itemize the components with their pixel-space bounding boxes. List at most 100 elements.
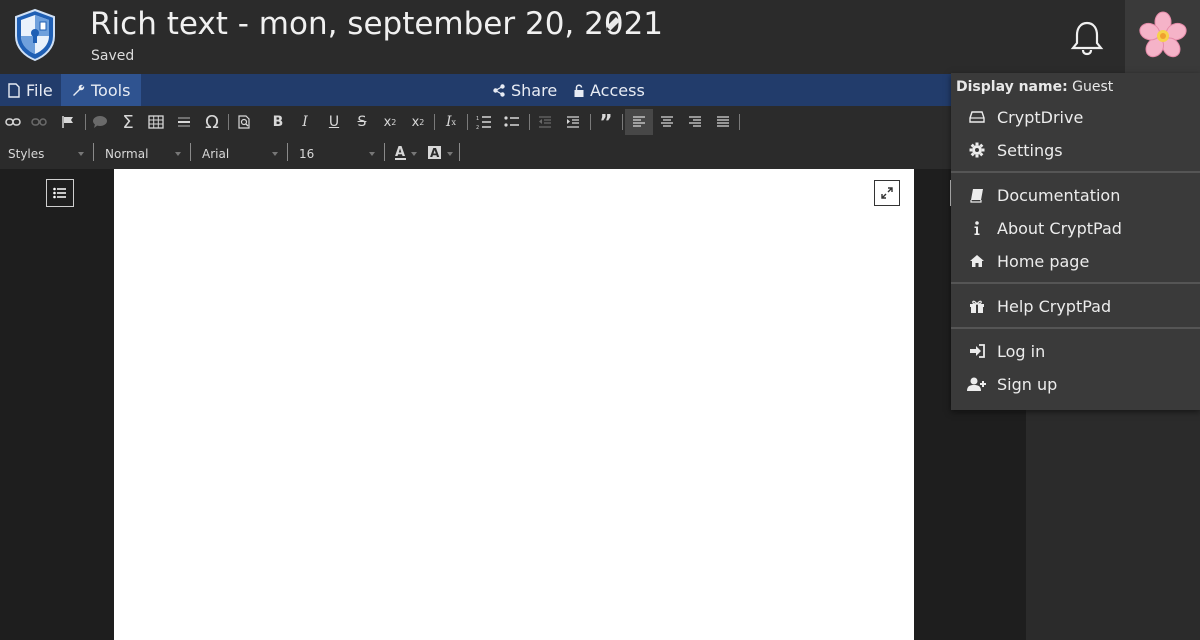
document-page[interactable] xyxy=(114,169,914,640)
bullet-list-icon[interactable] xyxy=(499,109,525,135)
superscript-button[interactable]: x2 xyxy=(405,109,431,135)
menu-file[interactable]: File xyxy=(8,74,53,106)
login-icon xyxy=(967,343,987,359)
drive-icon xyxy=(967,109,987,125)
svg-text:2: 2 xyxy=(476,125,479,129)
menu-item-cryptdrive[interactable]: CryptDrive xyxy=(951,102,1200,132)
menu-access-label: Access xyxy=(590,80,645,100)
save-status: Saved xyxy=(91,48,135,64)
menu-item-settings[interactable]: Settings xyxy=(951,135,1200,165)
font-select-value: Arial xyxy=(202,147,230,161)
text-color-button[interactable]: A xyxy=(393,144,417,164)
home-icon xyxy=(967,253,987,269)
wrench-icon xyxy=(73,84,85,96)
list-icon xyxy=(53,187,66,199)
strikethrough-button[interactable]: S xyxy=(349,109,375,135)
bold-button[interactable]: B xyxy=(265,109,291,135)
styles-select[interactable]: Styles xyxy=(8,144,84,164)
menu-item-about[interactable]: About CryptPad xyxy=(951,213,1200,243)
expand-button[interactable] xyxy=(874,180,900,206)
format-select-value: Normal xyxy=(105,147,149,161)
styles-select-value: Styles xyxy=(8,147,45,161)
document-title[interactable]: Rich text - mon, september 20, 2021 xyxy=(90,6,663,42)
chevron-down-icon xyxy=(78,152,84,156)
flag-icon[interactable] xyxy=(55,109,81,135)
chevron-down-icon xyxy=(411,152,417,156)
format-select[interactable]: Normal xyxy=(105,144,181,164)
bell-icon[interactable] xyxy=(1070,20,1104,56)
unlink-icon[interactable] xyxy=(26,109,52,135)
italic-button[interactable]: I xyxy=(292,109,318,135)
menu-divider xyxy=(951,282,1200,284)
gift-icon xyxy=(967,298,987,314)
table-icon[interactable] xyxy=(143,109,169,135)
align-justify-button[interactable] xyxy=(710,109,736,135)
subscript-button[interactable]: x2 xyxy=(377,109,403,135)
menu-item-signup[interactable]: Sign up xyxy=(951,369,1200,399)
expand-icon xyxy=(881,187,893,199)
chevron-down-icon xyxy=(272,152,278,156)
toolbar-divider xyxy=(459,143,460,161)
align-right-button[interactable] xyxy=(682,109,708,135)
menu-item-label: Sign up xyxy=(997,374,1058,394)
toolbar-divider xyxy=(190,143,191,161)
menu-item-label: About CryptPad xyxy=(997,218,1122,238)
chevron-down-icon xyxy=(369,152,375,156)
display-name-row: Display name: Guest xyxy=(956,79,1113,95)
menu-item-login[interactable]: Log in xyxy=(951,336,1200,366)
blockquote-icon[interactable]: ” xyxy=(593,109,619,135)
align-center-button[interactable] xyxy=(654,109,680,135)
indent-icon[interactable] xyxy=(560,109,586,135)
toolbar-divider xyxy=(434,114,435,130)
menu-item-documentation[interactable]: Documentation xyxy=(951,180,1200,210)
svg-text:A: A xyxy=(395,145,405,160)
toolbar-divider xyxy=(739,114,740,130)
menu-access[interactable]: Access xyxy=(574,74,645,106)
menu-item-label: CryptDrive xyxy=(997,107,1084,127)
horizontal-rule-icon[interactable] xyxy=(171,109,197,135)
background-color-button[interactable]: A xyxy=(427,144,453,164)
cryptpad-logo-icon[interactable] xyxy=(12,8,60,64)
sum-icon[interactable]: Σ xyxy=(115,109,141,135)
unlock-icon xyxy=(574,84,584,97)
menu-item-help[interactable]: Help CryptPad xyxy=(951,291,1200,321)
display-name-label: Display name: xyxy=(956,79,1068,95)
gear-icon xyxy=(967,142,987,158)
menu-divider xyxy=(951,171,1200,173)
menu-share-label: Share xyxy=(511,80,558,100)
file-icon xyxy=(8,82,20,98)
font-select[interactable]: Arial xyxy=(202,144,278,164)
toolbar-divider xyxy=(93,143,94,161)
text-color-icon: A xyxy=(395,145,406,160)
remove-format-button[interactable]: Ix xyxy=(438,109,464,135)
user-avatar[interactable] xyxy=(1125,0,1200,73)
outline-toggle-button[interactable] xyxy=(46,179,74,207)
comment-icon[interactable] xyxy=(87,109,113,135)
align-left-button[interactable] xyxy=(625,109,653,135)
menu-item-home[interactable]: Home page xyxy=(951,246,1200,276)
menu-item-label: Settings xyxy=(997,140,1063,160)
svg-text:A: A xyxy=(430,146,440,160)
chevron-down-icon xyxy=(175,152,181,156)
toolbar-divider xyxy=(590,114,591,130)
menu-divider xyxy=(951,327,1200,329)
menu-item-label: Log in xyxy=(997,341,1046,361)
underline-button[interactable]: U xyxy=(321,109,347,135)
share-icon xyxy=(493,83,505,97)
font-size-select-value: 16 xyxy=(299,147,315,161)
numbered-list-icon[interactable]: 12 xyxy=(471,109,497,135)
font-size-select[interactable]: 16 xyxy=(299,144,375,164)
toolbar-divider xyxy=(85,114,86,130)
toolbar-divider xyxy=(228,114,229,130)
pencil-icon[interactable] xyxy=(603,14,623,34)
menu-item-label: Documentation xyxy=(997,185,1121,205)
toolbar-divider xyxy=(384,143,385,161)
outdent-icon[interactable] xyxy=(532,109,558,135)
link-icon[interactable] xyxy=(0,109,26,135)
menu-file-label: File xyxy=(26,80,53,100)
editor-toolbar: Σ Ω B I U S x2 x2 Ix 12 ” Styles Normal … xyxy=(0,106,951,169)
menu-tools[interactable]: Tools xyxy=(61,74,141,106)
menu-share[interactable]: Share xyxy=(493,74,557,106)
preview-icon[interactable] xyxy=(231,109,257,135)
special-char-icon[interactable]: Ω xyxy=(199,109,225,135)
